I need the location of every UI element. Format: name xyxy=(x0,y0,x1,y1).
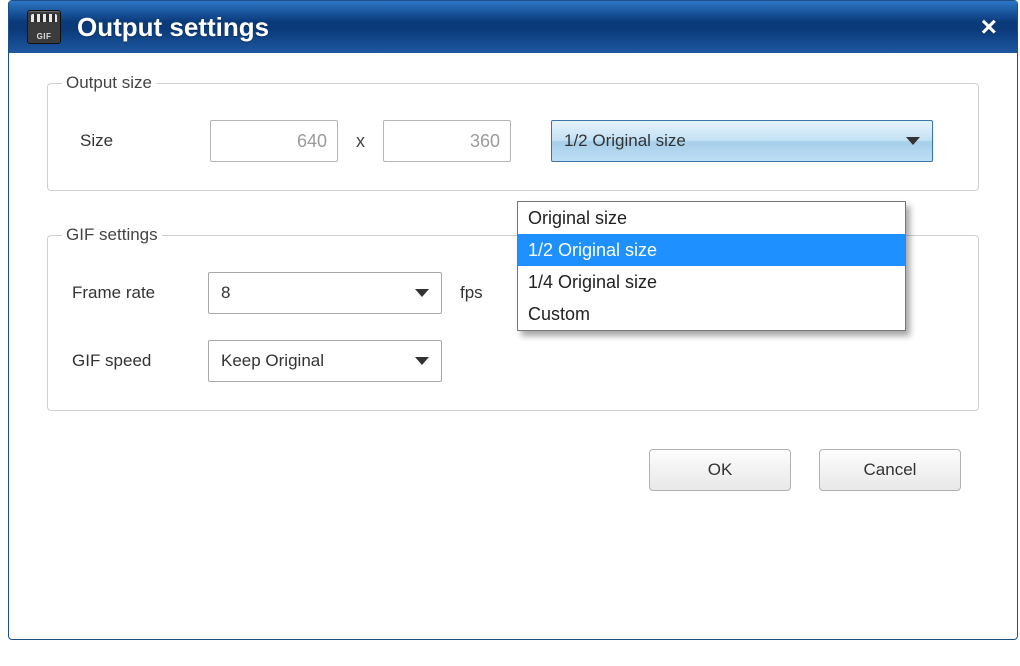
dropdown-gif-speed-value: Keep Original xyxy=(221,351,415,371)
size-option-custom[interactable]: Custom xyxy=(518,298,905,330)
label-size: Size xyxy=(80,131,196,151)
size-preset-popup: Original size 1/2 Original size 1/4 Orig… xyxy=(517,201,906,331)
dropdown-size-preset-value: 1/2 Original size xyxy=(564,131,906,151)
size-option-original[interactable]: Original size xyxy=(518,202,905,234)
dialog-title: Output settings xyxy=(77,12,973,43)
size-option-half[interactable]: 1/2 Original size xyxy=(518,234,905,266)
close-icon[interactable]: × xyxy=(973,11,1005,43)
ok-button[interactable]: OK xyxy=(649,449,791,491)
cancel-button[interactable]: Cancel xyxy=(819,449,961,491)
input-height[interactable] xyxy=(383,120,511,162)
titlebar: Output settings × xyxy=(9,1,1017,53)
chevron-down-icon xyxy=(906,137,920,145)
chevron-down-icon xyxy=(415,357,429,365)
dialog-buttons: OK Cancel xyxy=(47,449,979,491)
input-width[interactable] xyxy=(210,120,338,162)
row-gif-speed: GIF speed Keep Original xyxy=(72,340,954,382)
label-frame-rate: Frame rate xyxy=(72,283,190,303)
group-label-gif-settings: GIF settings xyxy=(62,225,162,245)
label-fps: fps xyxy=(460,283,483,303)
dropdown-gif-speed[interactable]: Keep Original xyxy=(208,340,442,382)
gif-app-icon xyxy=(27,10,61,44)
size-option-quarter[interactable]: 1/4 Original size xyxy=(518,266,905,298)
label-gif-speed: GIF speed xyxy=(72,351,190,371)
group-output-size: Output size Size x 1/2 Original size xyxy=(47,83,979,191)
dropdown-frame-rate-value: 8 xyxy=(221,283,415,303)
chevron-down-icon xyxy=(415,289,429,297)
dropdown-frame-rate[interactable]: 8 xyxy=(208,272,442,314)
size-separator: x xyxy=(352,131,369,152)
group-label-output-size: Output size xyxy=(62,73,156,93)
dropdown-size-preset[interactable]: 1/2 Original size xyxy=(551,120,933,162)
row-size: Size x 1/2 Original size xyxy=(72,120,954,162)
